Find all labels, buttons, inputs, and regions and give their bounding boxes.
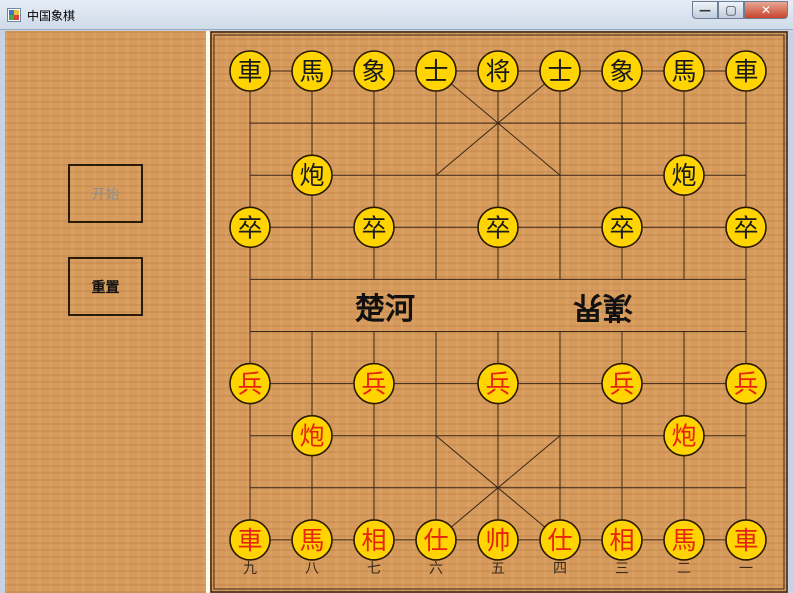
board-canvas[interactable]: 楚河 漢界 九八七六五四三二一 車馬象士将士象馬車炮 炮卒卒卒卒卒兵兵兵兵兵炮 炮車… <box>210 31 788 593</box>
control-panel: 开始 重置 <box>5 31 205 593</box>
window-controls: — ▢ ✕ <box>692 1 788 21</box>
piece-red[interactable]: 兵 <box>477 362 519 405</box>
piece-label: 士 <box>547 57 572 86</box>
file-number: 六 <box>429 561 443 577</box>
piece-label: 卒 <box>609 213 634 242</box>
piece-label: 仕 <box>547 526 572 555</box>
piece-red[interactable]: 仕 <box>539 519 581 561</box>
title-bar[interactable]: 中国象棋 — ▢ ✕ <box>0 0 793 30</box>
piece-black[interactable]: 卒 <box>353 206 395 249</box>
minimize-button[interactable]: — <box>692 1 718 19</box>
piece-red[interactable]: 兵 <box>353 362 395 405</box>
piece-label: 兵 <box>485 370 510 399</box>
piece-red[interactable]: 炮 <box>291 414 333 457</box>
piece-label: 卒 <box>485 213 510 242</box>
file-number: 五 <box>491 561 505 577</box>
piece-red[interactable]: 車 <box>725 519 767 561</box>
piece-label: 相 <box>361 526 386 555</box>
piece-label: 兵 <box>361 370 386 399</box>
piece-label: 卒 <box>733 213 758 242</box>
piece-black[interactable]: 象 <box>353 50 395 92</box>
piece-black[interactable]: 車 <box>229 50 271 92</box>
piece-red[interactable]: 兵 <box>725 362 767 405</box>
piece-label: 帅 <box>485 526 510 555</box>
piece-black[interactable]: 士 <box>415 50 457 92</box>
piece-label: 車 <box>733 526 758 555</box>
board-inner-frame <box>213 34 785 590</box>
piece-black[interactable]: 炮 <box>291 154 333 196</box>
river: 楚河 漢界 <box>355 289 633 327</box>
piece-black[interactable]: 馬 <box>663 50 705 92</box>
piece-label: 象 <box>361 57 386 86</box>
piece-black[interactable]: 炮 <box>663 154 705 196</box>
piece-red[interactable]: 車 <box>229 519 271 561</box>
reset-button[interactable]: 重置 <box>68 257 143 316</box>
piece-label: 馬 <box>671 57 696 86</box>
piece-label: 車 <box>237 526 262 555</box>
piece-red[interactable]: 馬 <box>663 519 705 561</box>
piece-black[interactable]: 馬 <box>291 50 333 92</box>
piece-black[interactable]: 卒 <box>229 206 271 249</box>
piece-label: 将 <box>485 57 510 86</box>
piece-black[interactable]: 車 <box>725 50 767 92</box>
piece-black[interactable]: 将 <box>477 50 519 92</box>
piece-red[interactable]: 兵 <box>601 362 643 405</box>
file-number: 三 <box>615 561 629 577</box>
piece-label: 兵 <box>733 370 758 399</box>
piece-label: 車 <box>237 57 262 86</box>
piece-black[interactable]: 象 <box>601 50 643 92</box>
piece-red[interactable]: 相 <box>601 519 643 561</box>
piece-label: 士 <box>423 57 448 86</box>
piece-red[interactable]: 兵 <box>229 362 271 405</box>
piece-red[interactable]: 帅 <box>477 519 519 561</box>
piece-label: 仕 <box>423 526 448 555</box>
piece-label: 馬 <box>299 526 324 555</box>
client-area: 开始 重置 楚河 漢界 九八七六五四三二一 車馬象士将士象馬車炮炮卒卒卒卒卒兵兵… <box>5 31 788 593</box>
file-number: 四 <box>553 561 567 577</box>
maximize-button[interactable]: ▢ <box>718 1 744 19</box>
app-icon <box>7 8 21 22</box>
piece-label: 象 <box>609 57 634 86</box>
piece-label: 炮 <box>299 422 324 451</box>
piece-label: 卒 <box>237 213 262 242</box>
file-number: 九 <box>243 561 257 577</box>
piece-label: 炮 <box>671 161 696 190</box>
piece-black[interactable]: 卒 <box>601 206 643 249</box>
file-numbers: 九八七六五四三二一 <box>243 561 753 577</box>
piece-red[interactable]: 馬 <box>291 519 333 561</box>
piece-label: 兵 <box>609 370 634 399</box>
piece-red[interactable]: 相 <box>353 519 395 561</box>
piece-red[interactable]: 炮 <box>663 414 705 457</box>
piece-label: 炮 <box>299 161 324 190</box>
piece-black[interactable]: 卒 <box>477 206 519 249</box>
piece-label: 車 <box>733 57 758 86</box>
piece-black[interactable]: 士 <box>539 50 581 92</box>
file-number: 一 <box>739 561 753 577</box>
file-number: 二 <box>677 561 691 577</box>
chess-board[interactable]: 楚河 漢界 九八七六五四三二一 車馬象士将士象馬車炮炮卒卒卒卒卒兵兵兵兵兵炮炮車… <box>210 31 788 593</box>
piece-label: 炮 <box>671 422 696 451</box>
piece-black[interactable]: 卒 <box>725 206 767 249</box>
piece-label: 相 <box>609 526 634 555</box>
piece-red[interactable]: 仕 <box>415 519 457 561</box>
window-title: 中国象棋 <box>27 9 76 23</box>
piece-label: 馬 <box>299 57 324 86</box>
piece-label: 馬 <box>671 526 696 555</box>
file-number: 七 <box>367 561 381 577</box>
close-button[interactable]: ✕ <box>744 1 788 19</box>
piece-label: 兵 <box>237 370 262 399</box>
file-number: 八 <box>305 561 319 577</box>
river-right-text: 漢界 <box>573 289 633 324</box>
piece-label: 卒 <box>361 213 386 242</box>
river-left-text: 楚河 <box>355 292 415 327</box>
start-button[interactable]: 开始 <box>68 164 143 223</box>
board-outer-frame <box>210 31 788 593</box>
board-grid <box>249 70 747 541</box>
